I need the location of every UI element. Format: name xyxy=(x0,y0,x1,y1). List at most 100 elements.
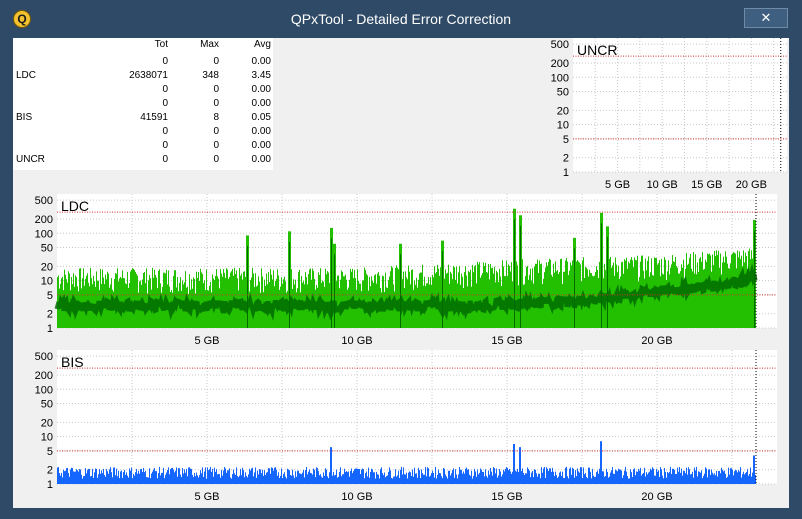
stats-row: 0 0 0.00 xyxy=(13,139,273,153)
row-avg: 0.00 xyxy=(251,98,271,109)
stats-row: 0 0 0.00 xyxy=(13,97,273,111)
x-tick-label: 15 GB xyxy=(491,335,522,347)
ldc-spike-core xyxy=(247,245,248,328)
header-max: Max xyxy=(200,39,219,50)
y-tick-label: 10 xyxy=(41,276,53,288)
y-tick-label: 1 xyxy=(47,479,53,491)
x-tick-label: 15 GB xyxy=(691,179,722,191)
y-tick-label: 20 xyxy=(41,417,53,429)
row-max: 0 xyxy=(213,126,219,137)
header-tot: Tot xyxy=(154,39,168,50)
y-tick-label: 50 xyxy=(41,243,53,255)
row-tot: 0 xyxy=(162,140,168,151)
ldc-spike-core xyxy=(601,223,602,328)
y-tick-label: 5 xyxy=(47,290,53,302)
qpxtool-window: Q QPxTool - Detailed Error Correction ✕ … xyxy=(0,0,802,519)
row-tot: 0 xyxy=(162,98,168,109)
row-label xyxy=(16,139,76,153)
bis-spike xyxy=(600,441,602,484)
ldc-spike-core xyxy=(520,225,521,328)
row-tot: 0 xyxy=(162,126,168,137)
x-tick-label: 5 GB xyxy=(194,335,219,347)
ldc-spike-core xyxy=(574,248,575,328)
row-label: LDC xyxy=(16,70,37,81)
ldc-spike-core xyxy=(400,254,401,328)
y-tick-label: 100 xyxy=(551,72,569,84)
x-tick-label: 20 GB xyxy=(641,491,672,503)
bis-spike xyxy=(513,443,515,484)
y-tick-label: 500 xyxy=(35,351,53,363)
y-tick-label: 50 xyxy=(557,87,569,99)
x-tick-label: 15 GB xyxy=(491,491,522,503)
stats-row: 0 0 0.00 xyxy=(13,83,273,97)
y-tick-label: 2 xyxy=(47,309,53,321)
x-tick-label: 20 GB xyxy=(736,179,767,191)
row-tot: 2638071 xyxy=(129,70,168,81)
row-avg: 0.00 xyxy=(251,154,271,165)
window-title: QPxTool - Detailed Error Correction xyxy=(290,11,512,27)
row-avg: 0.00 xyxy=(251,126,271,137)
row-label xyxy=(16,97,76,111)
title-bar: Q QPxTool - Detailed Error Correction ✕ xyxy=(0,0,802,38)
row-max: 348 xyxy=(202,70,219,81)
row-max: 0 xyxy=(213,154,219,165)
header-avg: Avg xyxy=(253,39,271,50)
y-tick-label: 200 xyxy=(35,214,53,226)
row-tot: 41591 xyxy=(140,112,168,123)
stats-row: 0 0 0.00 xyxy=(13,55,273,69)
row-tot: 0 xyxy=(162,154,168,165)
row-avg: 0.05 xyxy=(251,112,271,123)
row-tot: 0 xyxy=(162,56,168,67)
row-label xyxy=(16,125,76,139)
row-avg: 0.00 xyxy=(251,56,271,67)
y-tick-label: 50 xyxy=(41,399,53,411)
y-tick-label: 200 xyxy=(35,370,53,382)
y-tick-label: 2 xyxy=(47,465,53,477)
plot-area xyxy=(573,38,787,172)
stats-header-row: Tot Max Avg xyxy=(13,38,273,52)
y-tick-label: 200 xyxy=(551,58,569,70)
row-tot: 0 xyxy=(162,84,168,95)
stats-row: 0 0 0.00 xyxy=(13,125,273,139)
x-tick-label: 10 GB xyxy=(647,179,678,191)
bis-chart: 5002001005020105215 GB 10 GB 15 GB 20 GBBIS xyxy=(35,350,777,503)
row-label xyxy=(16,55,76,69)
x-tick-label: 5 GB xyxy=(194,491,219,503)
x-tick-label: 20 GB xyxy=(641,335,672,347)
x-tick-label: 10 GB xyxy=(341,335,372,347)
client-area: Tot Max Avg 0 0 0.00 LDC 2638071 348 3.4… xyxy=(13,38,789,508)
ldc-spike-core xyxy=(334,254,335,328)
close-button[interactable]: ✕ xyxy=(744,8,788,28)
row-label xyxy=(16,83,76,97)
y-tick-label: 10 xyxy=(557,120,569,132)
x-tick-label: 10 GB xyxy=(341,491,372,503)
ldc-spike-core xyxy=(607,236,608,328)
y-tick-label: 500 xyxy=(551,39,569,51)
row-avg: 0.00 xyxy=(251,140,271,151)
chart-title: LDC xyxy=(61,198,89,214)
y-tick-label: 500 xyxy=(35,195,53,207)
bis-spike xyxy=(519,447,521,484)
x-tick-label: 5 GB xyxy=(605,179,630,191)
y-tick-label: 1 xyxy=(47,323,53,335)
y-tick-label: 1 xyxy=(563,167,569,179)
uncr-chart: 5002001005020105215 GB 10 GB 15 GB 20 GBUNC… xyxy=(551,38,787,191)
row-avg: 0.00 xyxy=(251,84,271,95)
row-max: 8 xyxy=(213,112,219,123)
stats-row: LDC 2638071 348 3.45 xyxy=(13,69,273,83)
row-max: 0 xyxy=(213,56,219,67)
bis-spike xyxy=(753,455,755,484)
bis-spike xyxy=(330,447,332,484)
ldc-chart: 5002001005020105215 GB 10 GB 15 GB 20 GBLDC xyxy=(35,194,777,347)
y-tick-label: 100 xyxy=(35,384,53,396)
y-tick-label: 100 xyxy=(35,228,53,240)
row-max: 0 xyxy=(213,84,219,95)
y-tick-label: 20 xyxy=(41,261,53,273)
row-label: UNCR xyxy=(16,154,45,165)
stats-row: UNCR 0 0 0.00 xyxy=(13,153,273,167)
row-max: 0 xyxy=(213,98,219,109)
row-avg: 3.45 xyxy=(251,70,271,81)
y-tick-label: 5 xyxy=(563,134,569,146)
y-tick-label: 20 xyxy=(557,105,569,117)
y-tick-label: 5 xyxy=(47,446,53,458)
